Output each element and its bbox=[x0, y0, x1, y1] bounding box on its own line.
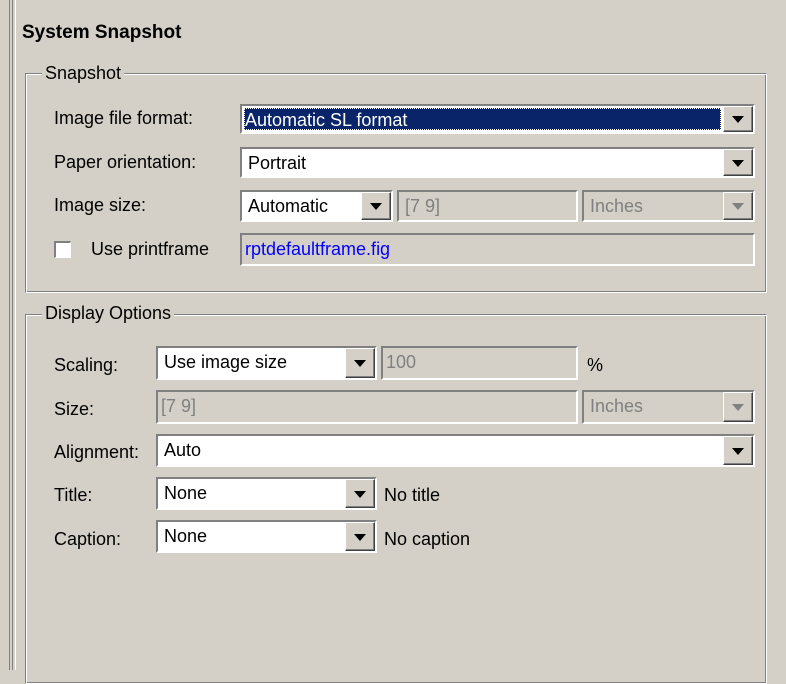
chevron-down-icon[interactable] bbox=[723, 149, 753, 176]
alignment-value: Auto bbox=[164, 440, 202, 460]
chevron-down-icon[interactable] bbox=[723, 392, 753, 422]
use-printframe-checkbox[interactable] bbox=[54, 241, 71, 258]
chevron-down-icon[interactable] bbox=[361, 192, 391, 220]
caption-value: None bbox=[164, 526, 208, 546]
panel-title: System Snapshot bbox=[22, 22, 182, 43]
image-format-select[interactable]: Automatic SL format bbox=[240, 104, 755, 134]
title-label: Title: bbox=[54, 485, 93, 505]
left-separator-3 bbox=[15, 0, 16, 670]
image-size-input[interactable]: [7 9] bbox=[397, 190, 578, 222]
paper-orientation-label: Paper orientation: bbox=[54, 152, 197, 172]
paper-orientation-select[interactable]: Portrait bbox=[240, 147, 755, 178]
size-label: Size: bbox=[54, 399, 95, 419]
title-value: None bbox=[164, 483, 208, 503]
image-size-units-value: Inches bbox=[590, 196, 644, 216]
image-size-mode-select[interactable]: Automatic bbox=[240, 190, 393, 222]
paper-orientation-value: Portrait bbox=[248, 153, 307, 173]
use-printframe-label[interactable]: Use printframe bbox=[91, 238, 209, 260]
image-size-mode-value: Automatic bbox=[248, 196, 329, 216]
snapshot-legend: Snapshot bbox=[42, 63, 125, 83]
image-size-units-select[interactable]: Inches bbox=[582, 190, 755, 222]
printframe-file-link[interactable]: rptdefaultframe.fig bbox=[245, 238, 390, 260]
chevron-down-icon[interactable] bbox=[345, 479, 375, 508]
caption-select[interactable]: None bbox=[156, 520, 377, 553]
printframe-file-input[interactable]: rptdefaultframe.fig bbox=[240, 233, 755, 266]
size-units-value: Inches bbox=[590, 396, 644, 416]
display-options-legend: Display Options bbox=[42, 303, 175, 323]
title-select[interactable]: None bbox=[156, 477, 377, 510]
chevron-down-icon[interactable] bbox=[723, 106, 753, 132]
size-units-select[interactable]: Inches bbox=[582, 390, 755, 424]
scaling-mode-select[interactable]: Use image size bbox=[156, 346, 377, 380]
caption-description: No caption bbox=[384, 529, 471, 549]
scaling-input[interactable]: 100 bbox=[381, 346, 578, 380]
size-value: [7 9] bbox=[161, 396, 197, 416]
image-size-value: [7 9] bbox=[405, 196, 441, 216]
chevron-down-icon[interactable] bbox=[345, 522, 375, 551]
alignment-select[interactable]: Auto bbox=[156, 434, 755, 467]
image-format-value: Automatic SL format bbox=[245, 110, 408, 130]
scaling-label: Scaling: bbox=[54, 355, 119, 375]
alignment-label: Alignment: bbox=[54, 442, 140, 462]
title-description: No title bbox=[384, 485, 441, 505]
left-separator-2 bbox=[12, 0, 13, 670]
caption-label: Caption: bbox=[54, 529, 122, 549]
chevron-down-icon[interactable] bbox=[345, 348, 375, 378]
scaling-unit: % bbox=[587, 355, 604, 375]
left-separator bbox=[9, 0, 10, 670]
chevron-down-icon[interactable] bbox=[723, 436, 753, 465]
image-size-label: Image size: bbox=[54, 195, 147, 215]
size-input[interactable]: [7 9] bbox=[156, 390, 578, 424]
scaling-mode-value: Use image size bbox=[164, 352, 288, 372]
scaling-value: 100 bbox=[386, 352, 417, 372]
chevron-down-icon[interactable] bbox=[723, 192, 753, 220]
image-format-label: Image file format: bbox=[54, 108, 194, 128]
